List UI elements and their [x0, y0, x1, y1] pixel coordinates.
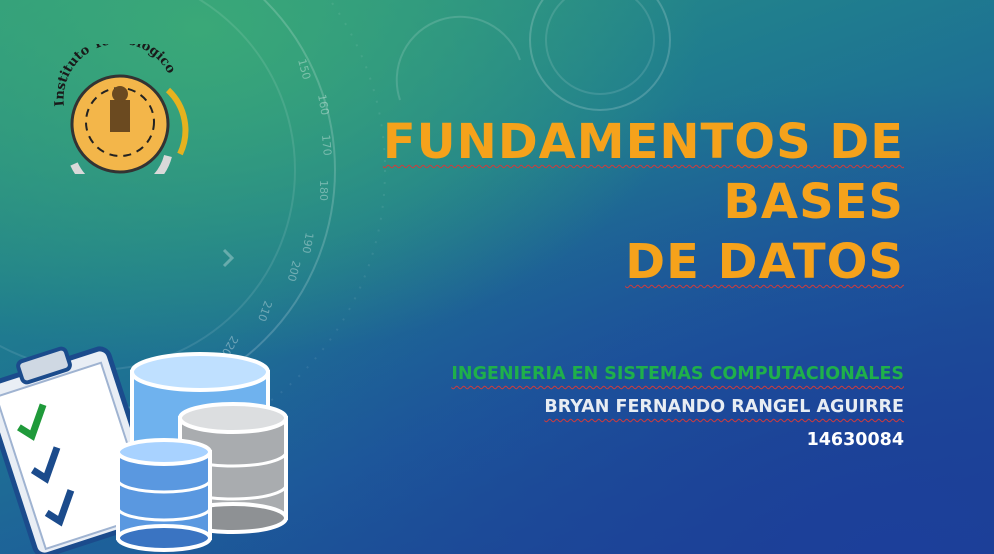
- title-line: BASES: [723, 174, 904, 230]
- dial-number: 160: [315, 93, 331, 116]
- database-icon: [0, 346, 288, 554]
- slide-title: FUNDAMENTOS DE BASES DE DATOS: [344, 112, 904, 292]
- slide-subtitle: INGENIERIA EN SISTEMAS COMPUTACIONALES B…: [344, 358, 904, 457]
- dial-number: 180: [317, 180, 330, 201]
- title-line: FUNDAMENTOS DE: [382, 114, 904, 170]
- author-name: BRYAN FERNANDO RANGEL AGUIRRE: [544, 397, 904, 417]
- dial-number: 190: [299, 231, 315, 254]
- dial-number: 210: [255, 299, 274, 323]
- dial-number: 170: [319, 134, 334, 156]
- career-text: INGENIERIA EN SISTEMAS COMPUTACIONALES: [451, 364, 904, 384]
- dial-number: 150: [295, 57, 313, 81]
- chevron-right-icon: [222, 248, 235, 268]
- dial-number: 200: [285, 259, 303, 283]
- title-line: DE DATOS: [625, 234, 904, 290]
- institute-logo: Instituto Tecnológico: [52, 44, 189, 174]
- student-id: 14630084: [806, 430, 904, 450]
